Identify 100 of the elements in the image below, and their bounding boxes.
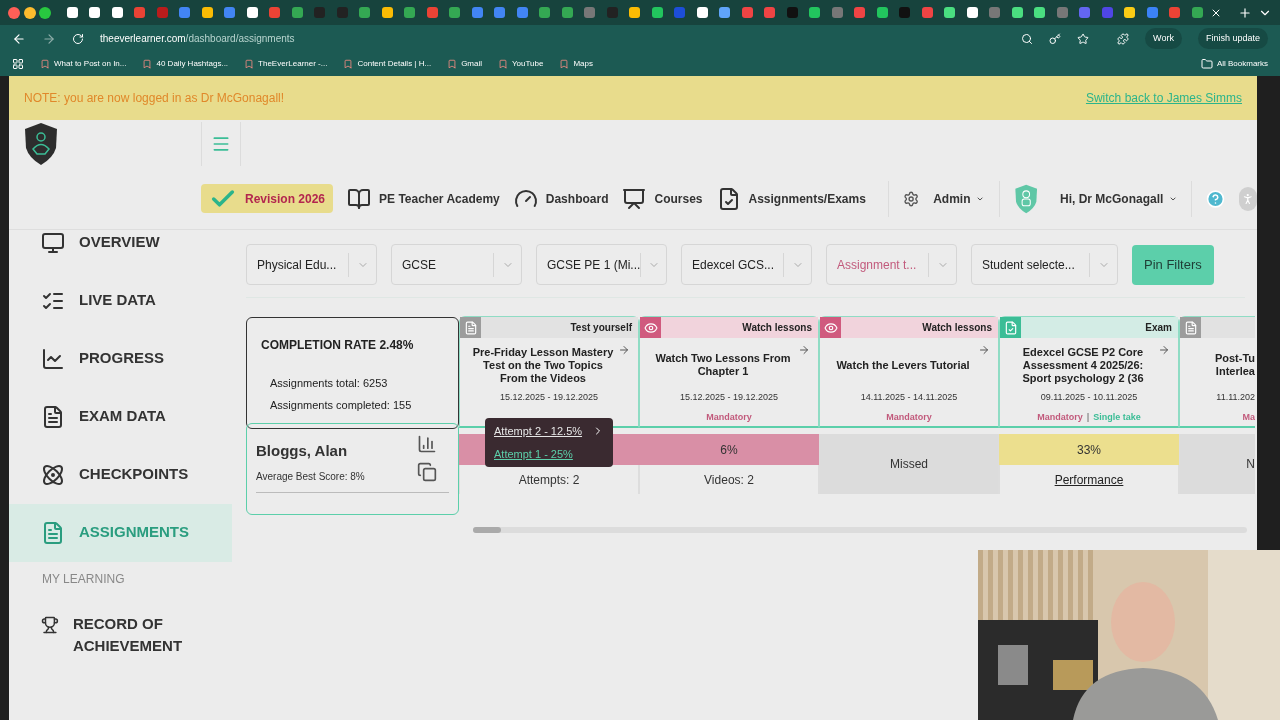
all-bookmarks-link[interactable]: All Bookmarks xyxy=(1216,58,1268,70)
maximize-window-icon[interactable] xyxy=(39,6,51,19)
bookmark-icon xyxy=(343,59,354,69)
assignment-card[interactable]: Watch lessons Watch Two Lessons From Chapter 1 15.12.2025 - 19.12.2025 Mandatory xyxy=(639,316,819,428)
horizontal-scrollbar[interactable] xyxy=(473,527,1247,533)
filter-select[interactable]: Student selecte... xyxy=(971,244,1118,285)
filter-select[interactable]: Edexcel GCS... xyxy=(681,244,812,285)
chart-icon xyxy=(41,347,65,371)
average-score: Average Best Score: 8% xyxy=(256,469,365,484)
completion-title: COMPLETION RATE 2.48% xyxy=(261,337,415,354)
filter-select[interactable]: Physical Edu... xyxy=(246,244,377,285)
sidebar-item[interactable]: LIVE DATA xyxy=(9,272,232,330)
document-icon xyxy=(41,405,65,429)
assignment-title: Watch Two Lessons From Chapter 1 xyxy=(654,352,792,378)
assignment-type: Exam xyxy=(1145,321,1173,335)
arrow-icon[interactable] xyxy=(978,344,990,356)
assignment-card[interactable]: Post-Tu Interlea 11.11.202 Ma xyxy=(1179,316,1255,428)
address-field[interactable]: theeverlearner.com/dashboard/assignments xyxy=(100,25,1006,52)
section-heading: MY LEARNING xyxy=(41,571,125,588)
bar-chart-icon[interactable] xyxy=(417,434,437,454)
assignment-dates: 14.11.2025 - 14.11.2025 xyxy=(860,391,958,404)
bookmark-icon xyxy=(447,59,458,69)
assignment-card[interactable]: Watch lessons Watch the Levers Tutorial 14.11.2025 - 14.11.2025 Mandatory xyxy=(819,316,999,428)
bookmark-icon xyxy=(40,59,50,69)
nav-link[interactable]: Revision 2026 xyxy=(201,184,334,213)
apps-icon[interactable] xyxy=(12,58,24,70)
profile-button[interactable]: Work xyxy=(1145,27,1182,50)
sidebar-item[interactable]: RECORD OF ACHIEVEMENT xyxy=(9,596,232,674)
separator: | xyxy=(1086,411,1090,425)
extensions-icon[interactable] xyxy=(1117,32,1130,45)
folder-icon xyxy=(1200,58,1213,70)
minimize-window-icon[interactable] xyxy=(23,6,36,19)
arrow-icon[interactable] xyxy=(798,344,810,356)
key-icon[interactable] xyxy=(1049,32,1062,45)
score-cell: 6% xyxy=(639,434,819,465)
login-notice: NOTE: you are now logged in as Dr McGonagall! xyxy=(24,90,285,107)
sidebar-item[interactable]: CHECKPOINTS xyxy=(9,446,232,504)
assignment-type: Test yourself xyxy=(570,321,633,335)
user-menu[interactable]: Hi, Dr McGonagall xyxy=(1060,189,1164,208)
bookmark-icon xyxy=(559,59,570,69)
mandatory-label: Ma xyxy=(1242,411,1255,425)
student-name: Bloggs, Alan xyxy=(256,441,349,461)
zoom-icon[interactable] xyxy=(1021,32,1034,45)
completed-text: Assignments completed: 155 xyxy=(269,397,413,413)
bookmark-link[interactable]: Maps xyxy=(573,58,593,70)
nav-link[interactable]: Assignments/Exams xyxy=(716,184,866,213)
nav-link[interactable]: PE Teacher Academy xyxy=(347,184,500,213)
presentation-icon xyxy=(622,186,647,211)
admin-menu[interactable]: Admin xyxy=(933,189,971,208)
mandatory-label: Mandatory xyxy=(1037,411,1083,425)
assignment-dates: 15.12.2025 - 19.12.2025 xyxy=(679,391,779,404)
pin-filters-button[interactable]: Pin Filters xyxy=(1132,244,1214,285)
new-tab-icon[interactable] xyxy=(1237,5,1252,20)
sidebar-item[interactable]: PROGRESS xyxy=(9,330,232,388)
bookmark-star-icon[interactable] xyxy=(1077,32,1090,45)
back-icon[interactable] xyxy=(12,31,26,46)
monitor-icon xyxy=(41,231,65,255)
result-cell: Missed xyxy=(819,434,999,494)
menu-icon[interactable] xyxy=(211,134,231,154)
update-button[interactable]: Finish update xyxy=(1197,27,1268,50)
bookmark-icon xyxy=(244,59,255,69)
arrow-icon[interactable] xyxy=(618,344,630,356)
book-icon xyxy=(347,186,372,211)
assignment-type: Watch lessons xyxy=(922,321,993,335)
nav-link[interactable]: Courses xyxy=(622,184,703,213)
document-icon xyxy=(463,320,478,335)
copy-icon[interactable] xyxy=(417,462,437,482)
atom-icon xyxy=(41,463,65,487)
score-cell: 33% xyxy=(999,434,1179,465)
filter-select[interactable]: GCSE xyxy=(391,244,522,285)
bookmark-link[interactable]: TheEverLearner -... xyxy=(258,58,328,70)
sidebar-item[interactable]: EXAM DATA xyxy=(9,388,232,446)
total-text: Assignments total: 6253 xyxy=(269,376,389,391)
eye-icon xyxy=(823,320,838,335)
filter-select[interactable]: GCSE PE 1 (Mi... xyxy=(536,244,667,285)
document-icon xyxy=(1183,320,1198,335)
assignment-dates: 15.12.2025 - 19.12.2025 xyxy=(499,391,599,404)
attempt-link[interactable]: Attempt 1 - 25% xyxy=(494,445,573,462)
bookmark-link[interactable]: What to Post on In... xyxy=(54,58,127,70)
bookmark-icon xyxy=(498,59,508,69)
arrow-icon[interactable] xyxy=(1158,344,1170,356)
reload-icon[interactable] xyxy=(72,32,84,45)
assignment-dates: 09.11.2025 - 10.11.2025 xyxy=(1040,391,1138,404)
single-take-label: Single take xyxy=(1093,411,1141,425)
assignment-title: Watch the Levers Tutorial xyxy=(835,358,971,372)
bookmark-link[interactable]: 40 Daily Hashtags... xyxy=(156,58,229,70)
bookmark-link[interactable]: Gmail xyxy=(461,58,482,70)
filter-select[interactable]: Assignment t... xyxy=(826,244,957,285)
assignment-card[interactable]: Exam Edexcel GCSE P2 Core Assessment 4 2025/26: Sport psychology 2 (36 09.11.2025 - 10.11.2025 Mandatory | Single take xyxy=(999,316,1179,428)
sidebar-item[interactable]: OVERVIEW xyxy=(9,214,232,272)
eye-icon xyxy=(643,320,658,335)
assignment-title: Edexcel GCSE P2 Core Assessment 4 2025/26: Sport psychology 2 (36 xyxy=(1021,345,1145,385)
mandatory-label: Mandatory xyxy=(706,411,752,425)
bookmark-link[interactable]: Content Details | H... xyxy=(357,58,432,70)
bookmark-icon xyxy=(142,59,153,69)
assignment-dates: 11.11.202 xyxy=(1216,391,1255,404)
document-icon xyxy=(41,521,65,545)
close-window-icon[interactable] xyxy=(8,6,20,19)
bookmark-link[interactable]: YouTube xyxy=(512,58,544,70)
nav-link[interactable]: Dashboard xyxy=(513,184,609,213)
